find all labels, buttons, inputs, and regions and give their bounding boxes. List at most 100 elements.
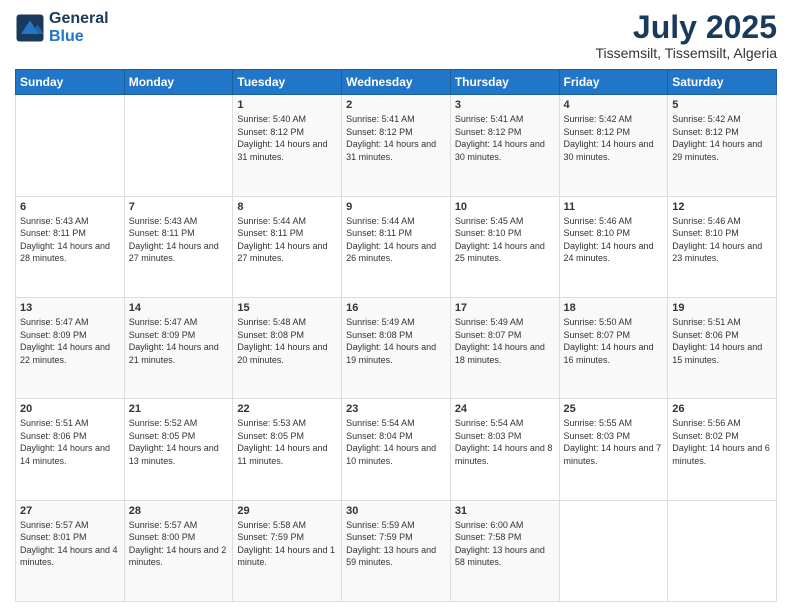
calendar-cell: 13 Sunrise: 5:47 AM Sunset: 8:09 PM Dayli…	[16, 297, 125, 398]
calendar-cell: 8 Sunrise: 5:44 AM Sunset: 8:11 PM Daylig…	[233, 196, 342, 297]
calendar-header-row: SundayMondayTuesdayWednesdayThursdayFrid…	[16, 70, 777, 95]
calendar-cell: 18Sunrise: 5:50 AM Sunset: 8:07 PM Dayli…	[559, 297, 668, 398]
calendar-cell: 17 Sunrise: 5:49 AM Sunset: 8:07 PM Dayli…	[450, 297, 559, 398]
day-number: 5	[672, 99, 772, 111]
cell-info: Sunrise: 5:53 AM Sunset: 8:05 PM Dayligh…	[237, 417, 337, 467]
calendar-cell: 6Sunrise: 5:43 AM Sunset: 8:11 PM Daylig…	[16, 196, 125, 297]
calendar-cell: 5 Sunrise: 5:42 AM Sunset: 8:12 PM Daylig…	[668, 95, 777, 196]
weekday-header: Friday	[559, 70, 668, 95]
day-number: 3	[455, 99, 555, 111]
day-number: 4	[564, 99, 664, 111]
day-number: 28	[129, 505, 229, 517]
cell-info: Sunrise: 5:54 AM Sunset: 8:04 PM Dayligh…	[346, 417, 446, 467]
day-number: 24	[455, 403, 555, 415]
calendar-cell: 1Sunrise: 5:40 AM Sunset: 8:12 PM Daylig…	[233, 95, 342, 196]
cell-info: Sunrise: 5:41 AM Sunset: 8:12 PM Dayligh…	[455, 113, 555, 163]
calendar-cell	[668, 500, 777, 601]
day-number: 15	[237, 302, 337, 314]
weekday-header: Thursday	[450, 70, 559, 95]
cell-info: Sunrise: 5:54 AM Sunset: 8:03 PM Dayligh…	[455, 417, 555, 467]
calendar-cell: 10 Sunrise: 5:45 AM Sunset: 8:10 PM Dayli…	[450, 196, 559, 297]
calendar-cell: 16Sunrise: 5:49 AM Sunset: 8:08 PM Dayli…	[342, 297, 451, 398]
calendar-cell: 29Sunrise: 5:58 AM Sunset: 7:59 PM Dayli…	[233, 500, 342, 601]
day-number: 22	[237, 403, 337, 415]
day-number: 10	[455, 201, 555, 213]
day-number: 30	[346, 505, 446, 517]
cell-info: Sunrise: 6:00 AM Sunset: 7:58 PM Dayligh…	[455, 519, 555, 569]
day-number: 17	[455, 302, 555, 314]
calendar-cell: 3 Sunrise: 5:41 AM Sunset: 8:12 PM Daylig…	[450, 95, 559, 196]
calendar-cell	[124, 95, 233, 196]
day-number: 2	[346, 99, 446, 111]
weekday-header: Saturday	[668, 70, 777, 95]
day-number: 31	[455, 505, 555, 517]
day-number: 20	[20, 403, 120, 415]
calendar-week-row: 1Sunrise: 5:40 AM Sunset: 8:12 PM Daylig…	[16, 95, 777, 196]
cell-info: Sunrise: 5:43 AM Sunset: 8:11 PM Dayligh…	[20, 215, 120, 265]
weekday-header: Tuesday	[233, 70, 342, 95]
cell-info: Sunrise: 5:43 AM Sunset: 8:11 PM Dayligh…	[129, 215, 229, 265]
month-title: July 2025	[595, 10, 777, 45]
day-number: 9	[346, 201, 446, 213]
logo: General Blue	[15, 10, 109, 46]
cell-info: Sunrise: 5:48 AM Sunset: 8:08 PM Dayligh…	[237, 316, 337, 366]
calendar-cell: 11Sunrise: 5:46 AM Sunset: 8:10 PM Dayli…	[559, 196, 668, 297]
calendar-cell: 22 Sunrise: 5:53 AM Sunset: 8:05 PM Dayli…	[233, 399, 342, 500]
cell-info: Sunrise: 5:49 AM Sunset: 8:08 PM Dayligh…	[346, 316, 446, 366]
calendar-cell: 21Sunrise: 5:52 AM Sunset: 8:05 PM Dayli…	[124, 399, 233, 500]
cell-info: Sunrise: 5:47 AM Sunset: 8:09 PM Dayligh…	[20, 316, 120, 366]
cell-info: Sunrise: 5:49 AM Sunset: 8:07 PM Dayligh…	[455, 316, 555, 366]
day-number: 25	[564, 403, 664, 415]
calendar-cell	[559, 500, 668, 601]
cell-info: Sunrise: 5:57 AM Sunset: 8:01 PM Dayligh…	[20, 519, 120, 569]
calendar-cell: 9 Sunrise: 5:44 AM Sunset: 8:11 PM Daylig…	[342, 196, 451, 297]
calendar-week-row: 27Sunrise: 5:57 AM Sunset: 8:01 PM Dayli…	[16, 500, 777, 601]
cell-info: Sunrise: 5:55 AM Sunset: 8:03 PM Dayligh…	[564, 417, 664, 467]
calendar-cell: 24 Sunrise: 5:54 AM Sunset: 8:03 PM Dayli…	[450, 399, 559, 500]
cell-info: Sunrise: 5:46 AM Sunset: 8:10 PM Dayligh…	[564, 215, 664, 265]
day-number: 19	[672, 302, 772, 314]
cell-info: Sunrise: 5:51 AM Sunset: 8:06 PM Dayligh…	[672, 316, 772, 366]
calendar-cell: 30 Sunrise: 5:59 AM Sunset: 7:59 PM Dayli…	[342, 500, 451, 601]
calendar-cell: 23 Sunrise: 5:54 AM Sunset: 8:04 PM Dayli…	[342, 399, 451, 500]
cell-info: Sunrise: 5:57 AM Sunset: 8:00 PM Dayligh…	[129, 519, 229, 569]
calendar-cell: 27Sunrise: 5:57 AM Sunset: 8:01 PM Dayli…	[16, 500, 125, 601]
day-number: 18	[564, 302, 664, 314]
cell-info: Sunrise: 5:44 AM Sunset: 8:11 PM Dayligh…	[346, 215, 446, 265]
calendar-cell: 31 Sunrise: 6:00 AM Sunset: 7:58 PM Dayli…	[450, 500, 559, 601]
calendar-cell: 20 Sunrise: 5:51 AM Sunset: 8:06 PM Dayli…	[16, 399, 125, 500]
weekday-header: Wednesday	[342, 70, 451, 95]
day-number: 23	[346, 403, 446, 415]
cell-info: Sunrise: 5:51 AM Sunset: 8:06 PM Dayligh…	[20, 417, 120, 467]
cell-info: Sunrise: 5:44 AM Sunset: 8:11 PM Dayligh…	[237, 215, 337, 265]
calendar-week-row: 20 Sunrise: 5:51 AM Sunset: 8:06 PM Dayli…	[16, 399, 777, 500]
day-number: 12	[672, 201, 772, 213]
page-header: General Blue July 2025 Tissemsilt, Tisse…	[15, 10, 777, 61]
calendar-cell: 15 Sunrise: 5:48 AM Sunset: 8:08 PM Dayli…	[233, 297, 342, 398]
calendar-cell: 26Sunrise: 5:56 AM Sunset: 8:02 PM Dayli…	[668, 399, 777, 500]
cell-info: Sunrise: 5:45 AM Sunset: 8:10 PM Dayligh…	[455, 215, 555, 265]
cell-info: Sunrise: 5:59 AM Sunset: 7:59 PM Dayligh…	[346, 519, 446, 569]
day-number: 7	[129, 201, 229, 213]
calendar-cell: 25 Sunrise: 5:55 AM Sunset: 8:03 PM Dayli…	[559, 399, 668, 500]
calendar-week-row: 6Sunrise: 5:43 AM Sunset: 8:11 PM Daylig…	[16, 196, 777, 297]
calendar-cell: 28 Sunrise: 5:57 AM Sunset: 8:00 PM Dayli…	[124, 500, 233, 601]
cell-info: Sunrise: 5:52 AM Sunset: 8:05 PM Dayligh…	[129, 417, 229, 467]
weekday-header: Sunday	[16, 70, 125, 95]
location: Tissemsilt, Tissemsilt, Algeria	[595, 45, 777, 61]
calendar-cell: 12 Sunrise: 5:46 AM Sunset: 8:10 PM Dayli…	[668, 196, 777, 297]
cell-info: Sunrise: 5:46 AM Sunset: 8:10 PM Dayligh…	[672, 215, 772, 265]
day-number: 8	[237, 201, 337, 213]
calendar-cell: 7 Sunrise: 5:43 AM Sunset: 8:11 PM Daylig…	[124, 196, 233, 297]
calendar-cell: 14Sunrise: 5:47 AM Sunset: 8:09 PM Dayli…	[124, 297, 233, 398]
cell-info: Sunrise: 5:58 AM Sunset: 7:59 PM Dayligh…	[237, 519, 337, 569]
calendar-cell: 4Sunrise: 5:42 AM Sunset: 8:12 PM Daylig…	[559, 95, 668, 196]
cell-info: Sunrise: 5:40 AM Sunset: 8:12 PM Dayligh…	[237, 113, 337, 163]
calendar-cell	[16, 95, 125, 196]
day-number: 13	[20, 302, 120, 314]
logo-text: General Blue	[49, 10, 109, 46]
calendar-cell: 2Sunrise: 5:41 AM Sunset: 8:12 PM Daylig…	[342, 95, 451, 196]
cell-info: Sunrise: 5:42 AM Sunset: 8:12 PM Dayligh…	[672, 113, 772, 163]
day-number: 26	[672, 403, 772, 415]
calendar-week-row: 13 Sunrise: 5:47 AM Sunset: 8:09 PM Dayli…	[16, 297, 777, 398]
